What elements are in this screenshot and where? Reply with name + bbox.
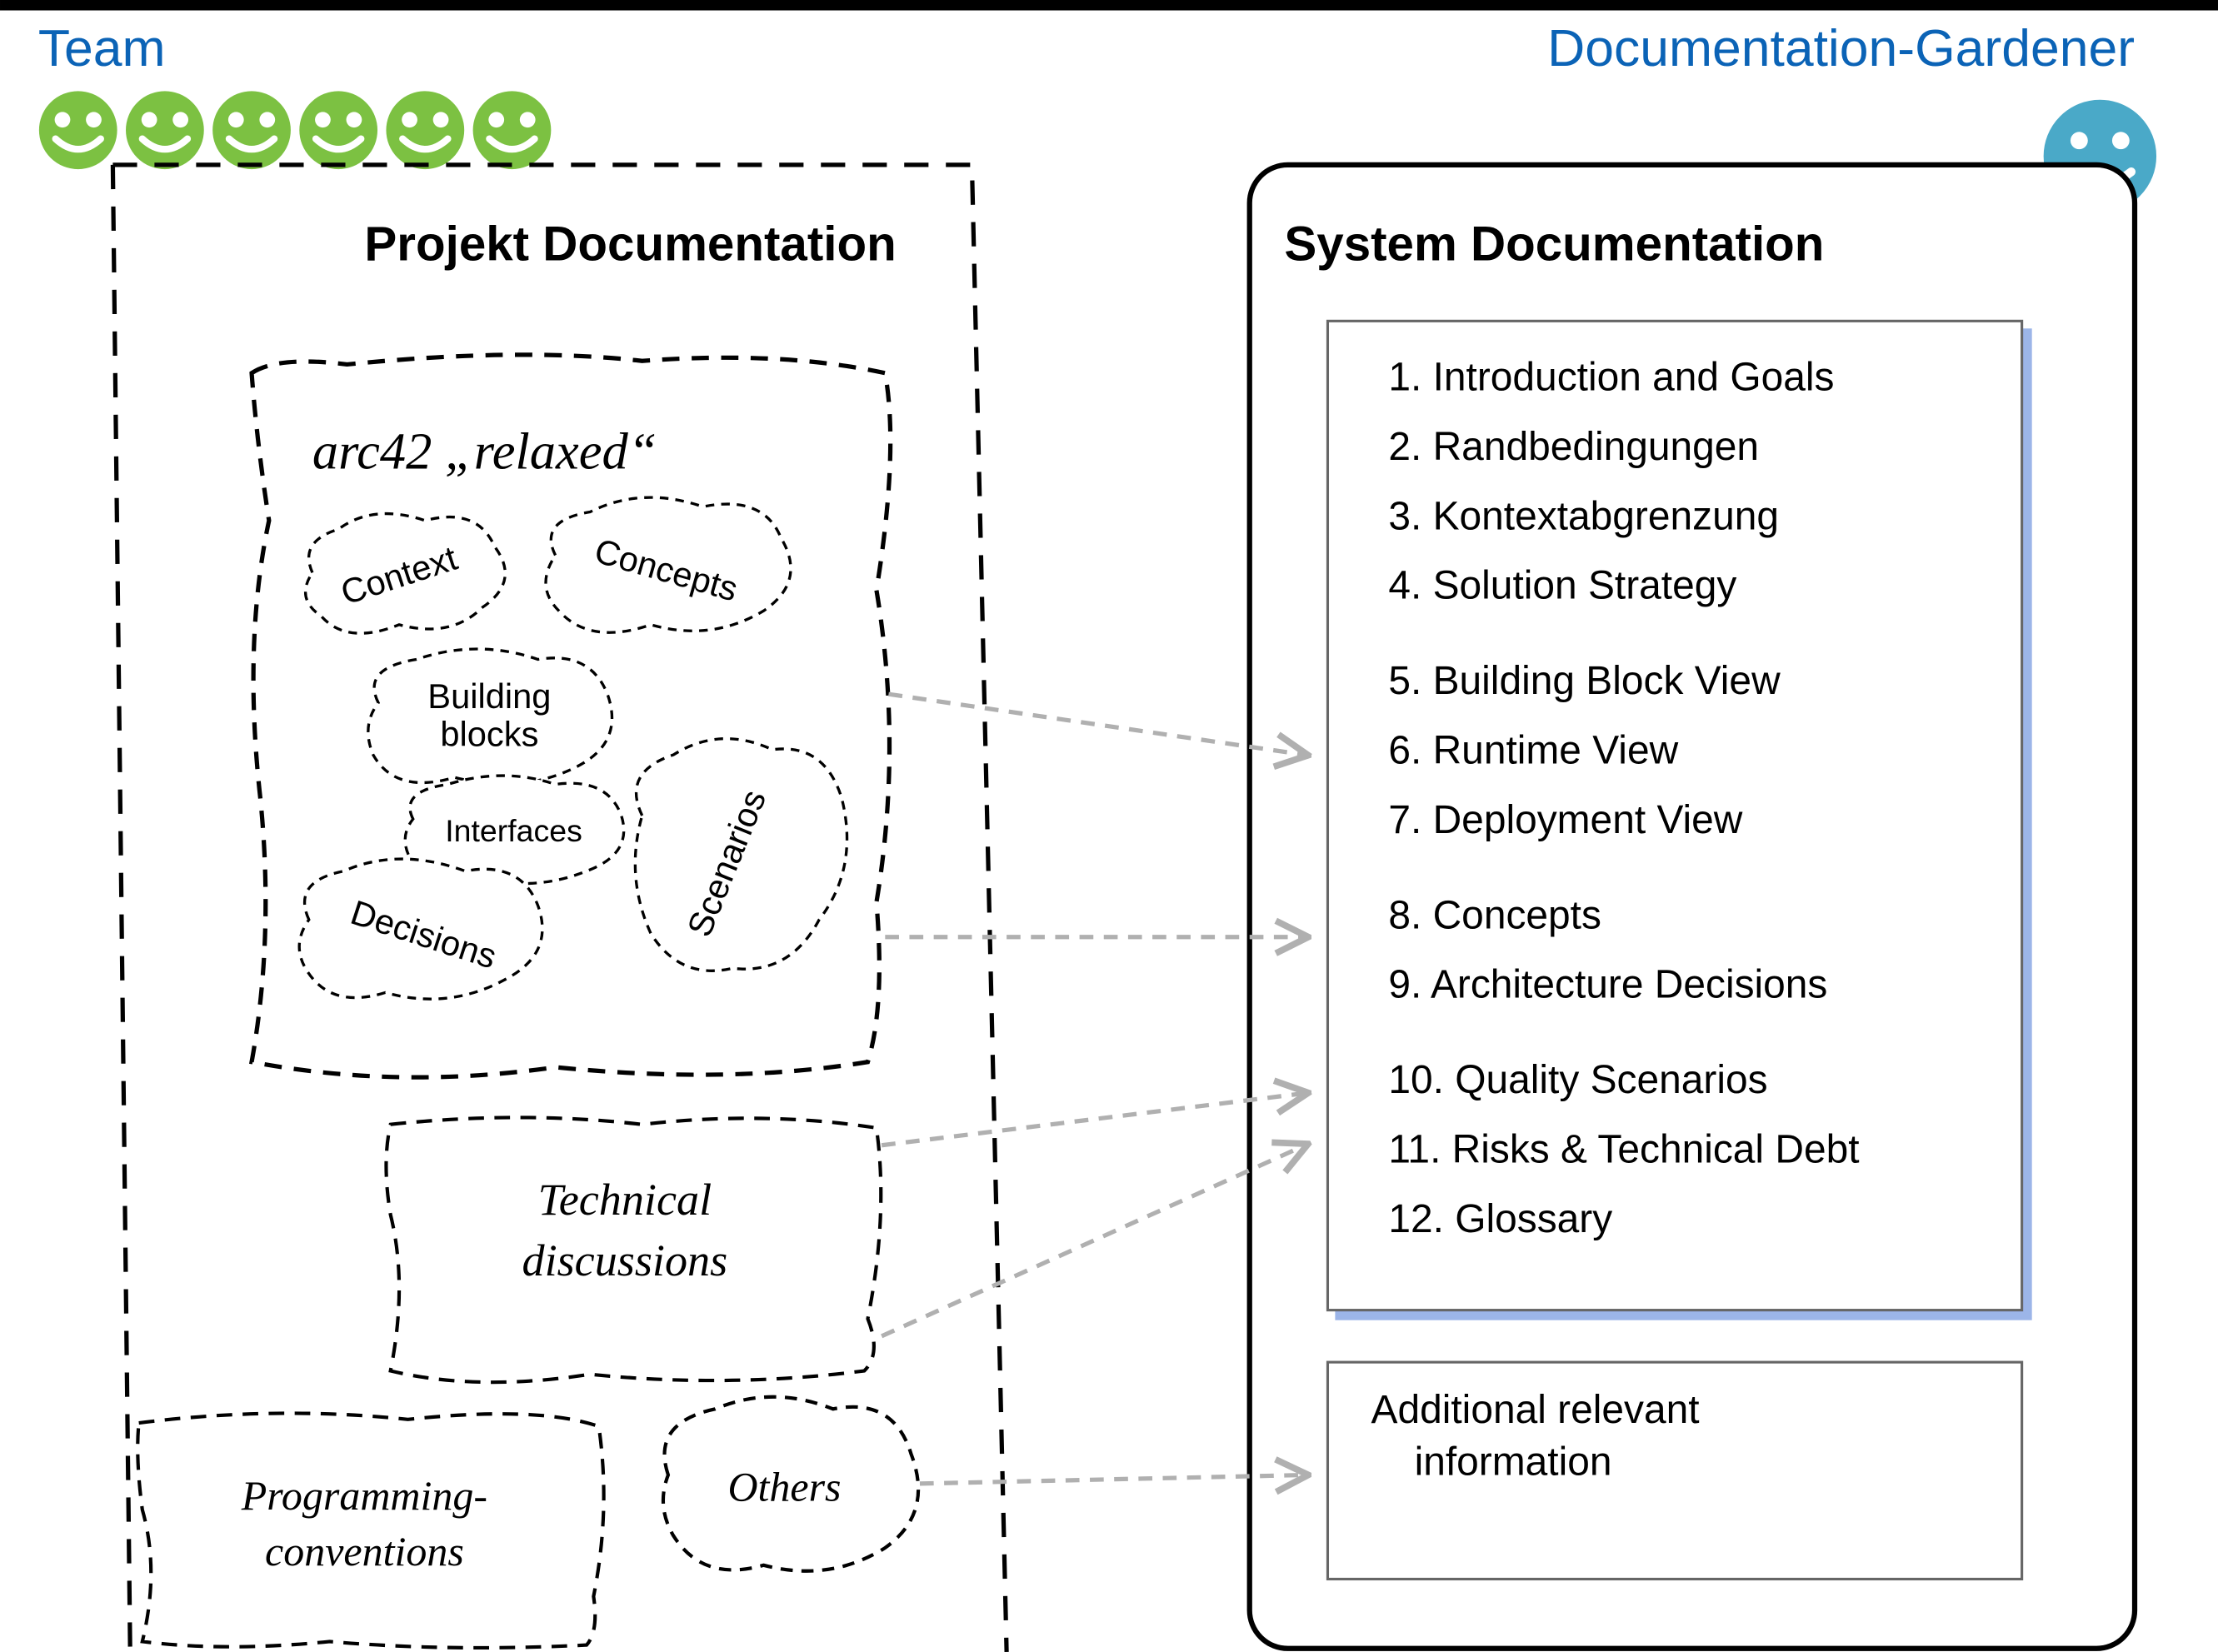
cloud-concepts: Concepts [546, 497, 791, 632]
cloud-decisions: Decisions [299, 859, 542, 999]
documentation-roles-diagram: Team [0, 0, 2218, 1652]
smiley-icon [383, 88, 467, 172]
smiley-icon [470, 88, 553, 172]
top-divider [0, 0, 2218, 10]
section-item: 9. Architecture Decisions [1388, 963, 1827, 1007]
svg-text:Technical: Technical [538, 1175, 712, 1225]
svg-text:Others: Others [727, 1464, 841, 1510]
section-item: 10. Quality Scenarios [1388, 1058, 1767, 1102]
section-item: 11. Risks & Technical Debt [1388, 1128, 1859, 1172]
arrow-tech-to-system [882, 1093, 1305, 1145]
svg-text:conventions: conventions [265, 1528, 464, 1575]
section-item: 1. Introduction and Goals [1388, 356, 1834, 400]
system-documentation-box: System Documentation 1. Introduction and… [1250, 165, 2135, 1649]
section-item: 8. Concepts [1388, 893, 1601, 937]
system-doc-title: System Documentation [1284, 217, 1824, 271]
section-item: 4. Solution Strategy [1388, 564, 1736, 608]
smiley-icon [297, 88, 380, 172]
flow-arrows [882, 694, 1305, 1484]
arc42-relaxed-scrap: arc42 „relaxed“ Context Concepts Buildin… [252, 355, 891, 1077]
cloud-context: Context [306, 514, 506, 634]
section-item: 2. Randbedingungen [1388, 425, 1759, 469]
cloud-building-blocks: Building blocks [368, 649, 612, 784]
projekt-doc-title: Projekt Documentation [364, 217, 896, 271]
arc42-scrap-title: arc42 „relaxed“ [312, 422, 657, 480]
svg-text:Interfaces: Interfaces [445, 813, 582, 848]
arrow-tech-to-system-2 [882, 1145, 1305, 1336]
gardener-label: Documentation-Gardener [1547, 19, 2135, 77]
others-cloud: Others [663, 1397, 918, 1571]
smiley-icon [37, 88, 120, 172]
programming-conventions-scrap: Programming- conventions [137, 1413, 603, 1648]
svg-text:Programming-: Programming- [241, 1472, 487, 1519]
svg-text:discussions: discussions [522, 1235, 728, 1285]
team-smiley-row [37, 88, 554, 172]
svg-text:Building: Building [427, 676, 551, 716]
smiley-icon [210, 88, 293, 172]
section-item: 7. Deployment View [1388, 798, 1742, 842]
section-item: 3. Kontextabgrenzung [1388, 494, 1779, 538]
section-item: 5. Building Block View [1388, 659, 1781, 703]
svg-text:Additional relevant: Additional relevant [1371, 1388, 1700, 1432]
arrow-arc42-to-system [888, 694, 1305, 755]
team-label: Team [38, 19, 166, 77]
technical-discussions-scrap: Technical discussions [386, 1117, 881, 1382]
section-item: 6. Runtime View [1388, 728, 1678, 772]
svg-text:blocks: blocks [440, 715, 538, 754]
svg-text:information: information [1415, 1440, 1612, 1484]
smiley-icon [123, 88, 207, 172]
section-item: 12. Glossary [1388, 1197, 1612, 1241]
